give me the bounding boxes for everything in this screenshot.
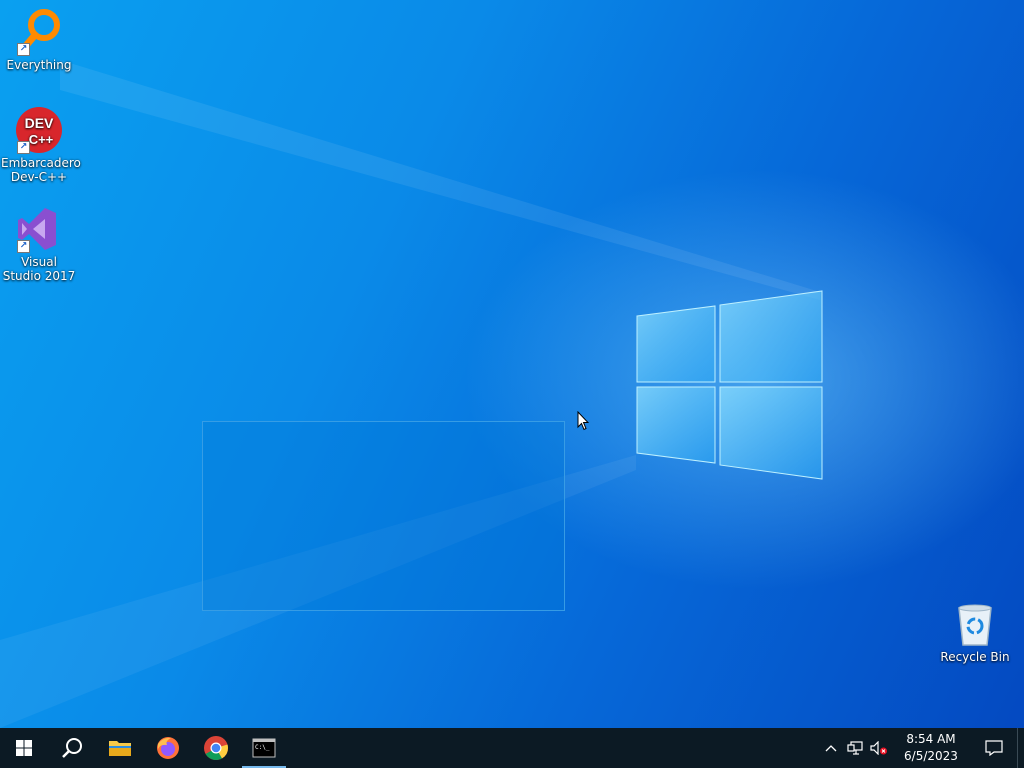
taskbar: C:\_ 8:54 AM 6/5/2023 [0,728,1024,768]
dev-cpp-icon: DEV C++ ↗ [15,106,63,154]
wallpaper [0,60,823,728]
clock-date: 6/5/2023 [904,749,958,763]
windows-start-icon [16,740,32,756]
taskbar-clock[interactable]: 8:54 AM 6/5/2023 [891,731,971,765]
shortcut-arrow-icon: ↗ [17,43,30,56]
desktop-icon-recycle-bin[interactable]: Recycle Bin [937,600,1013,664]
desktop-icon-label: Visual Studio 2017 [2,255,76,283]
shortcut-arrow-icon: ↗ [17,141,30,154]
chevron-up-icon [825,745,837,752]
network-icon [847,741,863,755]
clock-time: 8:54 AM [906,732,956,746]
desktop-icon-label: Everything [6,58,72,72]
windows-logo-wallpaper [636,290,823,480]
search-button[interactable] [48,728,96,768]
system-tray: 8:54 AM 6/5/2023 [819,728,1024,768]
file-explorer-button[interactable] [96,728,144,768]
desktop-icon-visual-studio[interactable]: ↗ Visual Studio 2017 [1,205,77,283]
command-prompt-button[interactable]: C:\_ [240,728,288,768]
network-button[interactable] [843,728,867,768]
drag-selection-rectangle [202,421,565,611]
chrome-button[interactable] [192,728,240,768]
everything-magnifier-icon: ↗ [15,8,63,56]
firefox-button[interactable] [144,728,192,768]
dev-cpp-icon-text-bottom: C++ [29,132,54,147]
volume-button[interactable] [867,728,891,768]
desktop-icon-label: Recycle Bin [940,650,1010,664]
svg-text:C:\_: C:\_ [255,744,270,751]
chrome-icon [204,736,229,761]
desktop-icon-everything[interactable]: ↗ Everything [1,8,77,72]
mouse-cursor-icon [577,411,589,431]
action-center-icon [985,740,1003,756]
volume-muted-icon [870,741,887,755]
cmd-icon: C:\_ [252,738,276,758]
start-button[interactable] [0,728,48,768]
recycle-bin-icon [951,600,999,648]
show-hidden-icons-button[interactable] [819,728,843,768]
action-center-button[interactable] [971,728,1017,768]
folder-icon [109,741,131,756]
show-desktop-button[interactable] [1017,728,1024,768]
desktop-icon-dev-cpp[interactable]: DEV C++ ↗ Embarcadero Dev-C++ [1,106,81,184]
search-icon [62,738,82,758]
shortcut-arrow-icon: ↗ [17,240,30,253]
firefox-icon [157,737,179,759]
dev-cpp-icon-text-top: DEV [25,115,54,131]
visual-studio-icon: ↗ [15,205,63,253]
desktop-icon-label: Embarcadero Dev-C++ [1,156,81,184]
